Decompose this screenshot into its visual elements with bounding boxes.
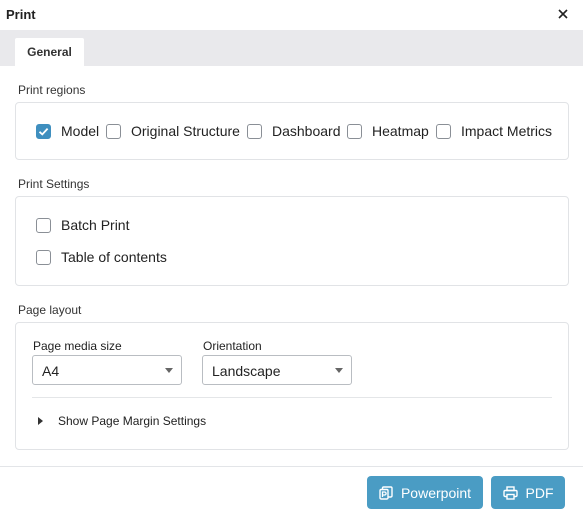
checkbox-impact-metrics-label: Impact Metrics [461, 123, 553, 139]
pdf-button[interactable]: PDF [491, 476, 565, 509]
tab-strip: General [0, 30, 583, 66]
checkbox-table-of-contents-label: Table of contents [61, 249, 167, 265]
close-button[interactable] [555, 6, 571, 22]
page-layout-label: Page layout [18, 303, 82, 317]
footer-divider [0, 466, 583, 467]
checkmark-icon [38, 127, 49, 136]
print-settings-panel: Batch Print Table of contents [15, 196, 569, 286]
checkbox-original-structure-box[interactable] [106, 123, 121, 139]
dialog-titlebar: Print [0, 0, 583, 30]
dialog-title: Print [6, 7, 36, 22]
powerpoint-label: Powerpoint [400, 484, 472, 501]
orientation-label: Orientation [203, 339, 262, 353]
chevron-down-icon [335, 368, 343, 373]
chevron-down-icon [165, 368, 173, 373]
checkbox-original-structure-label: Original Structure [131, 123, 240, 139]
checkbox-batch-print-box[interactable] [36, 217, 51, 233]
print-regions-panel: Model Original Structure Dashboard Heatm… [15, 102, 569, 160]
pdf-label: PDF [525, 484, 554, 501]
page-layout-panel: Page media size A4 Orientation Landscape… [15, 322, 569, 450]
orientation-value: Landscape [212, 363, 281, 379]
checkbox-heatmap-box[interactable] [347, 123, 362, 139]
checkbox-original-structure[interactable]: Original Structure [106, 123, 240, 139]
orientation-select[interactable]: Landscape [202, 355, 352, 385]
checkbox-impact-metrics-box[interactable] [436, 123, 451, 139]
checkbox-dashboard-box[interactable] [247, 123, 262, 139]
checkbox-impact-metrics[interactable]: Impact Metrics [436, 123, 552, 139]
printer-icon [502, 485, 518, 500]
checkbox-model[interactable]: Model [36, 123, 99, 139]
close-icon [558, 9, 568, 19]
powerpoint-button[interactable]: Powerpoint [367, 476, 483, 509]
media-size-value: A4 [42, 363, 60, 379]
checkbox-table-of-contents[interactable]: Table of contents [36, 249, 167, 265]
divider [32, 397, 552, 398]
margin-settings-label: Show Page Margin Settings [58, 414, 207, 428]
checkbox-model-label: Model [61, 123, 100, 139]
checkbox-table-of-contents-box[interactable] [36, 249, 51, 265]
checkbox-dashboard[interactable]: Dashboard [247, 123, 341, 139]
tab-general[interactable]: General [15, 38, 84, 66]
margin-settings-toggle[interactable]: Show Page Margin Settings [38, 414, 206, 428]
checkbox-heatmap-label: Heatmap [372, 123, 429, 139]
print-settings-label: Print Settings [18, 177, 90, 191]
checkbox-dashboard-label: Dashboard [272, 123, 341, 139]
media-size-select[interactable]: A4 [32, 355, 182, 385]
caret-right-icon [38, 417, 43, 425]
media-size-label: Page media size [33, 339, 122, 353]
checkbox-model-box[interactable] [36, 123, 51, 139]
print-regions-label: Print regions [18, 83, 86, 97]
powerpoint-icon [379, 485, 393, 500]
checkbox-batch-print-label: Batch Print [61, 217, 130, 233]
checkbox-heatmap[interactable]: Heatmap [347, 123, 429, 139]
checkbox-batch-print[interactable]: Batch Print [36, 217, 129, 233]
